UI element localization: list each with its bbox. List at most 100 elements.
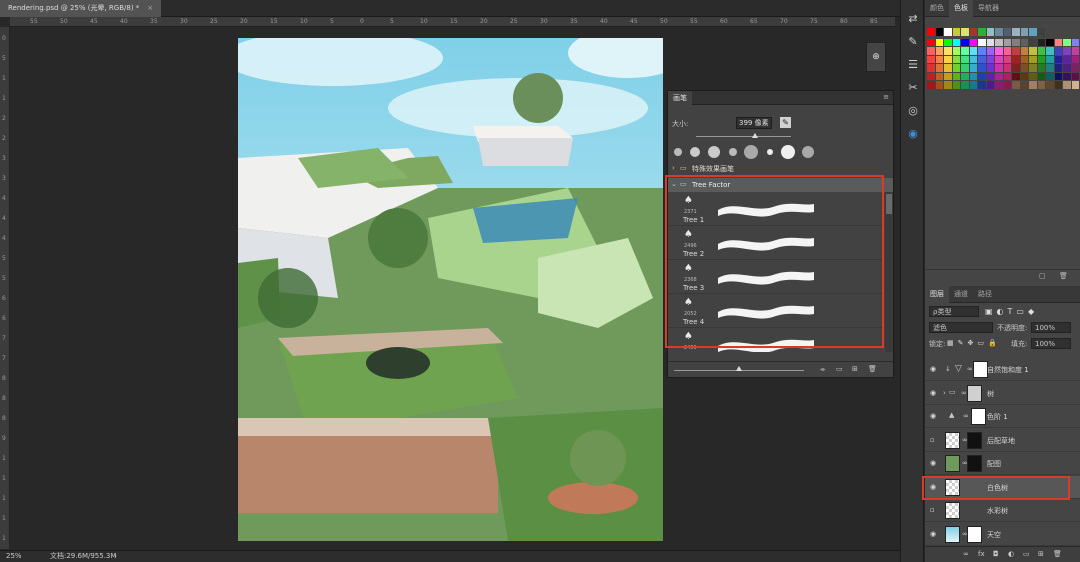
color-swatch[interactable] <box>1003 64 1011 72</box>
color-swatch[interactable] <box>1046 81 1054 89</box>
color-swatch[interactable] <box>995 47 1003 55</box>
color-swatch[interactable] <box>1071 81 1079 89</box>
color-swatch[interactable] <box>995 72 1003 80</box>
blend-mode-select[interactable]: 滤色 <box>929 322 993 333</box>
layer-thumbnail[interactable] <box>945 455 960 472</box>
color-swatch[interactable] <box>1020 47 1028 55</box>
color-swatch[interactable] <box>1046 64 1054 72</box>
tab-brushes[interactable]: 画笔 <box>668 91 692 105</box>
color-swatch[interactable] <box>995 64 1003 72</box>
layer-row[interactable]: ◉ ▲ ∞ 色阶 1 <box>925 405 1080 428</box>
layer-row[interactable]: ◉ › ▭ ∞ 树 <box>925 382 1080 405</box>
eye-icon[interactable]: ◉ <box>930 530 936 538</box>
swatch-grid[interactable] <box>925 28 1080 89</box>
color-swatch[interactable] <box>927 64 935 72</box>
layers-tab[interactable]: 通道 <box>949 286 973 303</box>
color-swatch[interactable] <box>1037 38 1045 46</box>
color-swatch[interactable] <box>1020 81 1028 89</box>
folder-icon[interactable]: ▭ <box>1023 550 1030 558</box>
color-swatch[interactable] <box>969 28 977 36</box>
color-swatch[interactable] <box>995 38 1003 46</box>
color-swatch[interactable] <box>1071 47 1079 55</box>
info-icon[interactable]: ⊕ <box>867 43 885 71</box>
color-swatch[interactable] <box>1012 72 1020 80</box>
color-swatch[interactable] <box>952 47 960 55</box>
visibility-icon[interactable]: ⌯ <box>820 365 826 374</box>
color-swatch[interactable] <box>935 28 943 36</box>
tools-icon[interactable]: ✂ <box>903 79 923 97</box>
color-swatch[interactable] <box>944 38 952 46</box>
eye-icon[interactable]: ◉ <box>930 389 936 397</box>
color-swatch[interactable] <box>995 55 1003 63</box>
color-swatch[interactable] <box>978 47 986 55</box>
color-swatch[interactable] <box>1063 55 1071 63</box>
trash-icon[interactable]: 🗑 <box>1059 272 1068 280</box>
color-swatch[interactable] <box>1003 28 1011 36</box>
color-swatch[interactable] <box>995 81 1003 89</box>
size-slider-thumb[interactable] <box>751 133 758 138</box>
trash-icon[interactable]: 🗑 <box>868 365 877 373</box>
color-swatch[interactable] <box>986 72 994 80</box>
color-swatch[interactable] <box>1012 28 1020 36</box>
panel-menu-icon[interactable]: ≡ <box>883 93 889 101</box>
color-swatch[interactable] <box>969 72 977 80</box>
color-swatch[interactable] <box>1054 47 1062 55</box>
color-swatch[interactable] <box>1063 81 1071 89</box>
color-swatch[interactable] <box>969 47 977 55</box>
color-swatch[interactable] <box>927 38 935 46</box>
color-swatch[interactable] <box>944 81 952 89</box>
color-swatch[interactable] <box>969 64 977 72</box>
layer-filter-select[interactable]: ρ类型 <box>929 306 979 317</box>
zoom-level[interactable]: 25% <box>6 551 22 562</box>
layers-tab[interactable]: 路径 <box>973 286 997 303</box>
color-swatch[interactable] <box>944 47 952 55</box>
layers-tab[interactable]: 图层 <box>925 286 949 303</box>
status-arrow-icon[interactable]: › <box>114 551 117 562</box>
color-swatch[interactable] <box>1046 38 1054 46</box>
color-swatch[interactable] <box>1063 64 1071 72</box>
color-swatch[interactable] <box>969 38 977 46</box>
color-swatch[interactable] <box>1037 81 1045 89</box>
color-swatch[interactable] <box>1046 72 1054 80</box>
color-swatch[interactable] <box>1003 72 1011 80</box>
new-brush-icon[interactable]: ⊞ <box>852 365 858 373</box>
color-swatch[interactable] <box>1037 72 1045 80</box>
color-swatch[interactable] <box>1063 38 1071 46</box>
color-swatch[interactable] <box>935 38 943 46</box>
brush-scrollbar-thumb[interactable] <box>886 194 892 214</box>
color-swatch[interactable] <box>1029 28 1037 36</box>
color-swatch[interactable] <box>927 47 935 55</box>
color-swatch[interactable] <box>1029 81 1037 89</box>
brush-icon[interactable]: ✎ <box>903 33 923 51</box>
color-swatch[interactable] <box>961 81 969 89</box>
color-swatch[interactable] <box>1037 28 1045 36</box>
adjust-icon[interactable]: ⇄ <box>903 10 923 28</box>
layer-row[interactable]: ▫ ∞ 后配草地 <box>925 429 1080 452</box>
color-swatch[interactable] <box>1029 38 1037 46</box>
close-icon[interactable]: × <box>147 4 153 12</box>
color-swatch[interactable] <box>961 72 969 80</box>
color-swatch[interactable] <box>1012 64 1020 72</box>
chevron-right-icon[interactable]: › <box>943 389 946 397</box>
color-swatch[interactable] <box>969 55 977 63</box>
color-swatch[interactable] <box>935 64 943 72</box>
swatch-tab[interactable]: 颜色 <box>925 0 949 17</box>
rendering-artwork[interactable] <box>238 38 663 541</box>
color-swatch[interactable] <box>1054 64 1062 72</box>
color-swatch[interactable] <box>1003 55 1011 63</box>
color-swatch[interactable] <box>1003 81 1011 89</box>
color-swatch[interactable] <box>961 38 969 46</box>
eye-icon[interactable]: ◉ <box>930 412 936 420</box>
eye-hidden-icon[interactable]: ▫ <box>930 506 935 514</box>
layer-mask[interactable] <box>967 384 982 402</box>
color-swatch[interactable] <box>935 55 943 63</box>
color-swatch[interactable] <box>927 81 935 89</box>
color-swatch[interactable] <box>1054 72 1062 80</box>
layer-row[interactable]: ◉ ↓ ▽ ∞ 自然饱和度 1 <box>925 358 1080 381</box>
color-swatch[interactable] <box>1003 47 1011 55</box>
color-swatch[interactable] <box>1020 72 1028 80</box>
layer-mask[interactable] <box>967 525 982 543</box>
swatch-tab[interactable]: 导航器 <box>973 0 1004 17</box>
color-swatch[interactable] <box>978 28 986 36</box>
color-swatch[interactable] <box>952 72 960 80</box>
